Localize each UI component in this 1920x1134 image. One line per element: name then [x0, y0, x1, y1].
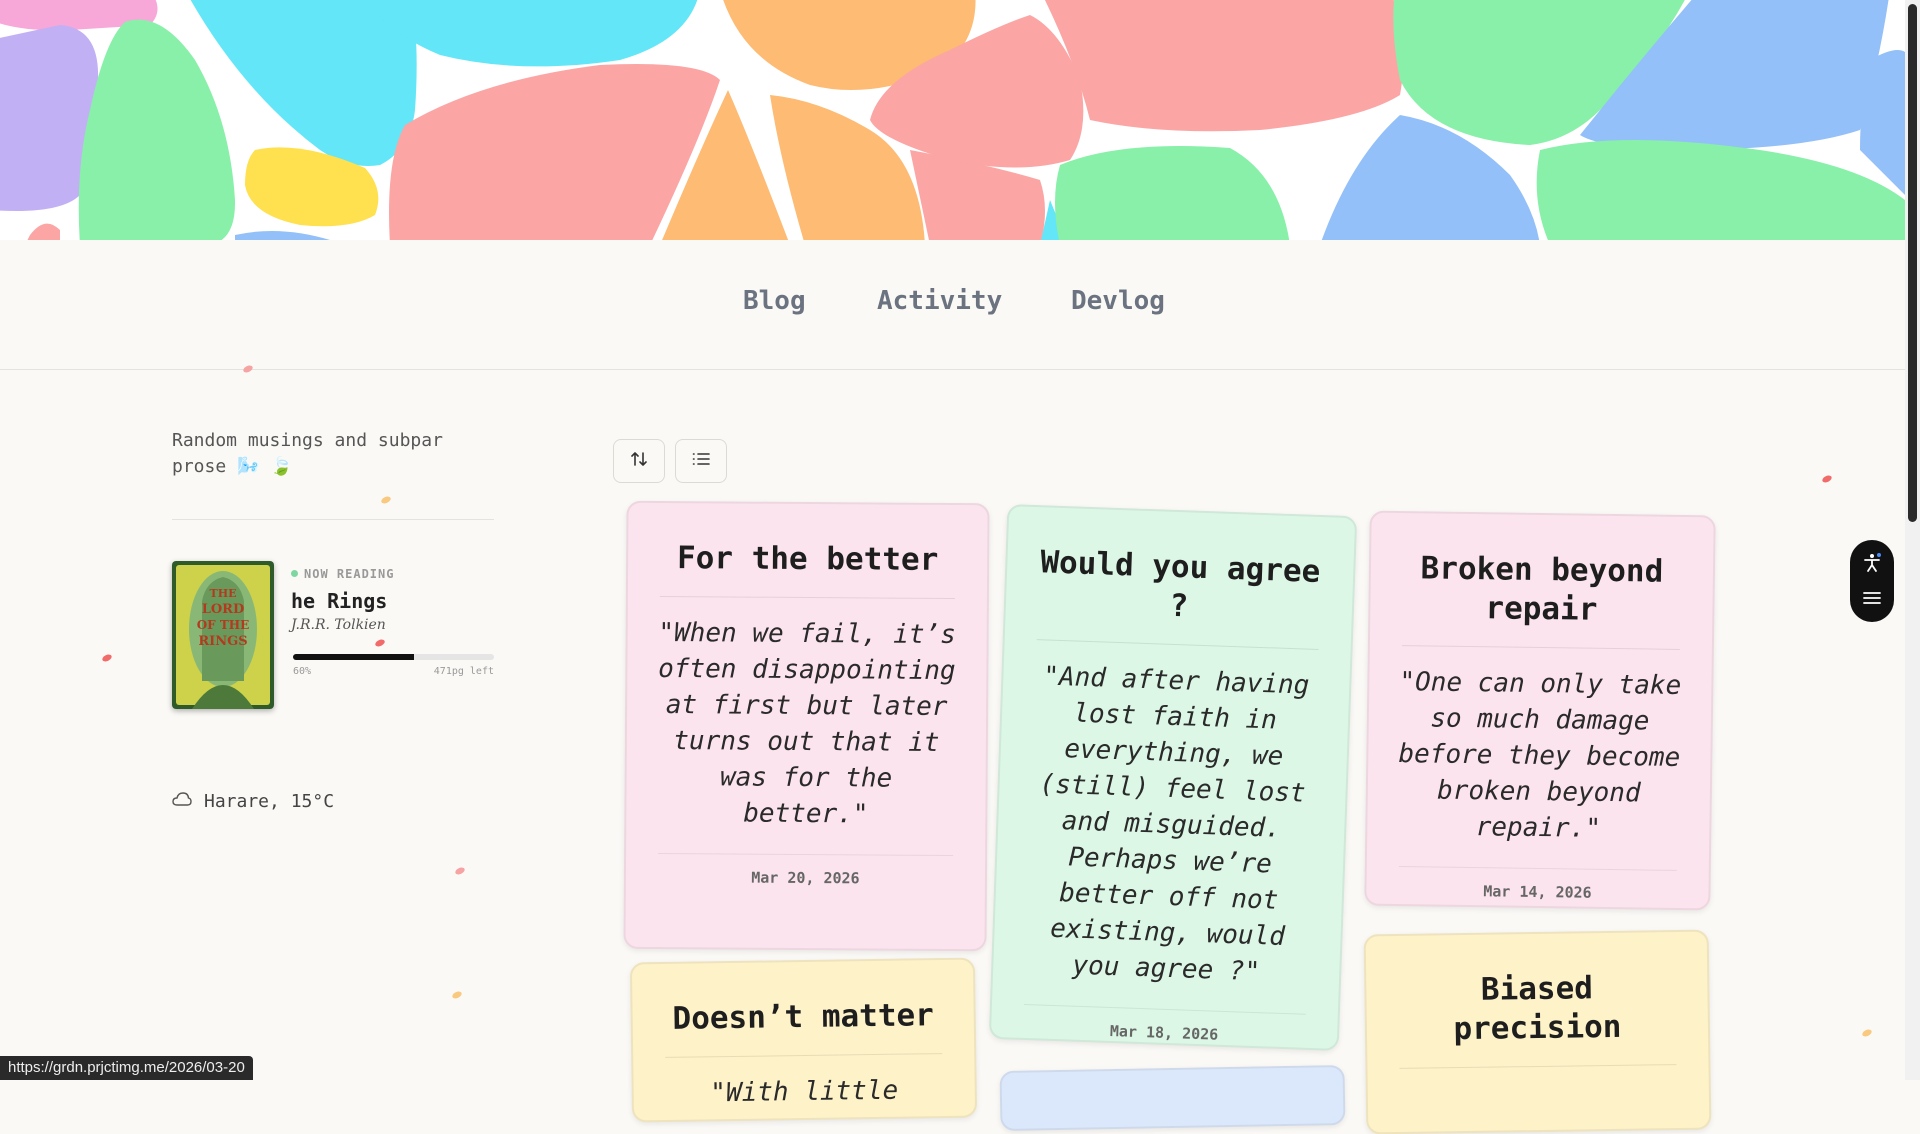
weather-text: Harare, 15°C: [204, 791, 335, 812]
hero-mosaic-banner: [0, 0, 1905, 240]
post-card[interactable]: Broken beyond repair "One can only take …: [1364, 510, 1716, 911]
falling-petal: [1821, 474, 1833, 484]
post-date: Mar 18, 2026: [1109, 1021, 1219, 1044]
post-excerpt: "And after having lost faith in everythi…: [1039, 661, 1310, 988]
reading-progress-bar: [293, 654, 494, 660]
post-title: Broken beyond repair: [1420, 550, 1664, 628]
card-divider: [1398, 866, 1677, 871]
scrollbar-thumb[interactable]: [1908, 4, 1917, 522]
card-divider: [1023, 1003, 1306, 1015]
nav-link-blog[interactable]: Blog: [743, 286, 806, 316]
reading-progress-percent: 60%: [293, 666, 312, 677]
weather-widget: Harare, 15°C: [172, 791, 334, 812]
post-title: Biased precision: [1453, 970, 1622, 1048]
post-card[interactable]: [999, 1064, 1346, 1132]
list-view-button[interactable]: [675, 439, 727, 483]
sort-arrows-icon: [630, 450, 648, 472]
book-title: he Rings: [291, 589, 388, 613]
svg-text:THE: THE: [210, 587, 237, 600]
sort-button[interactable]: [613, 439, 665, 483]
now-reading-label: NOW READING: [291, 567, 394, 581]
svg-text:LORD: LORD: [202, 602, 245, 617]
list-view-icon: [692, 451, 710, 471]
card-divider: [1036, 639, 1319, 651]
nav-link-activity[interactable]: Activity: [877, 286, 1002, 316]
svg-text:RINGS: RINGS: [198, 634, 247, 649]
post-excerpt: "When we fail, it’s often disappointing …: [658, 617, 956, 830]
falling-petal: [1861, 1028, 1873, 1038]
menu-icon[interactable]: [1863, 590, 1881, 609]
falling-petal: [101, 653, 113, 663]
post-date: Mar 14, 2026: [1483, 882, 1592, 902]
nav-link-devlog[interactable]: Devlog: [1071, 286, 1165, 316]
falling-petal: [380, 495, 392, 505]
book-cover: THE LORD OF THE RINGS: [172, 561, 274, 709]
post-title: Doesn’t matter: [672, 997, 935, 1037]
card-divider: [665, 1053, 943, 1058]
post-card[interactable]: For the better "When we fail, it’s often…: [623, 500, 990, 952]
svg-text:OF THE: OF THE: [197, 618, 250, 632]
top-navigation: Blog Activity Devlog: [0, 240, 1905, 370]
post-excerpt: "One can only take so much damage before…: [1398, 667, 1682, 844]
card-divider: [658, 852, 954, 857]
pages-left: 471pg left: [433, 666, 494, 677]
hero-mosaic-art: [0, 0, 1905, 240]
falling-petal: [454, 866, 466, 876]
post-title: For the better: [676, 540, 939, 578]
card-divider: [1401, 645, 1680, 650]
book-author: J.R.R. Tolkien: [291, 617, 386, 633]
sidebar-divider: [172, 519, 494, 520]
post-card[interactable]: Would you agree ? "And after having lost…: [988, 504, 1358, 1051]
card-divider: [1399, 1064, 1677, 1069]
reading-progress-fill: [293, 654, 414, 660]
cloud-icon: [172, 791, 192, 812]
post-card[interactable]: Doesn’t matter "With little: [629, 957, 978, 1123]
now-reading-widget[interactable]: THE LORD OF THE RINGS NOW READING he Rin…: [172, 561, 494, 711]
live-dot-icon: [291, 570, 298, 577]
page-scrollbar[interactable]: [1905, 0, 1920, 1080]
accessibility-icon[interactable]: [1863, 552, 1881, 577]
card-divider: [659, 595, 955, 600]
post-date: Mar 20, 2026: [751, 868, 860, 888]
accessibility-menu-widget[interactable]: [1850, 540, 1894, 622]
post-card[interactable]: Biased precision: [1363, 929, 1712, 1134]
post-title: Would you agree ?: [1039, 544, 1321, 625]
falling-petal: [451, 990, 463, 1000]
site-tagline: Random musings and subpar prose 🌬️ 🍃: [172, 430, 443, 477]
post-excerpt: "With little: [710, 1075, 899, 1109]
link-preview-status-bar: https://grdn.prjctimg.me/2026/03-20: [0, 1056, 253, 1080]
